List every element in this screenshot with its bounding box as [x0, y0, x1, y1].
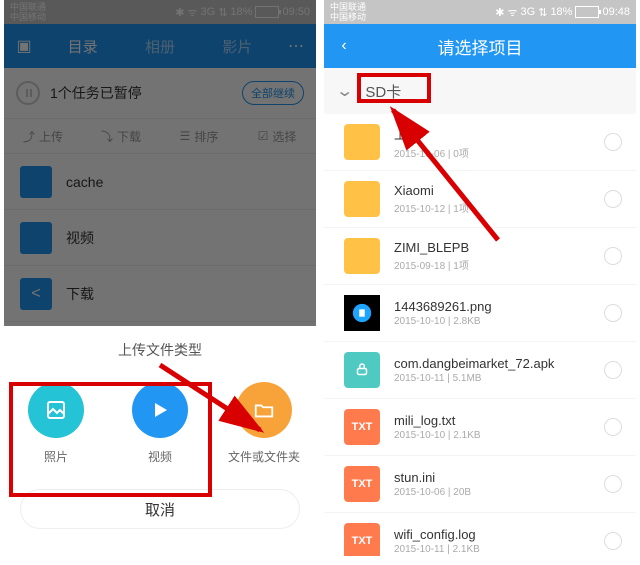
modal-backdrop[interactable]	[4, 0, 316, 326]
file-name: stun.ini	[394, 470, 471, 485]
folder-icon	[344, 181, 380, 217]
file-row[interactable]: TXT stun.ini 2015-10-06 | 20B	[324, 456, 636, 513]
folder-icon	[344, 124, 380, 160]
title-bar: ‹ 请选择项目	[324, 24, 636, 68]
txt-icon: TXT	[344, 523, 380, 556]
file-meta: 2015-10-06 | 0项	[394, 145, 469, 160]
file-meta: 2015-10-06 | 20B	[394, 487, 471, 498]
file-name: ZIMI_BLEPB	[394, 240, 469, 255]
select-radio[interactable]	[604, 247, 622, 265]
folder-icon	[344, 238, 380, 274]
file-row[interactable]: Xiaomi 2015-10-12 | 1项	[324, 171, 636, 228]
file-name: 上	[394, 124, 469, 143]
sd-label: SD卡	[365, 81, 401, 102]
txt-icon: TXT	[344, 409, 380, 445]
file-name: com.dangbeimarket_72.apk	[394, 356, 554, 371]
select-radio[interactable]	[604, 532, 622, 550]
file-name: 1443689261.png	[394, 299, 492, 314]
file-row[interactable]: 1443689261.png 2015-10-10 | 2.8KB	[324, 285, 636, 342]
select-radio[interactable]	[604, 304, 622, 322]
chevron-down-icon: ⌄	[335, 81, 354, 101]
select-radio[interactable]	[604, 190, 622, 208]
status-bar: 中国联通 中国移动 ✱ ᯤ 3G ⇅ 18% 09:48	[324, 0, 636, 24]
file-meta: 2015-10-12 | 1项	[394, 200, 469, 215]
select-radio[interactable]	[604, 475, 622, 493]
video-icon	[132, 382, 188, 438]
select-radio[interactable]	[604, 133, 622, 151]
file-row[interactable]: TXT wifi_config.log 2015-10-11 | 2.1KB	[324, 513, 636, 556]
file-meta: 2015-10-10 | 2.8KB	[394, 316, 492, 327]
file-meta: 2015-10-10 | 2.1KB	[394, 430, 481, 441]
bluetooth-icon: ✱	[495, 6, 504, 19]
right-phone: 中国联通 中国移动 ✱ ᯤ 3G ⇅ 18% 09:48 ‹ 请选择项目 ⌄ S…	[324, 0, 636, 556]
file-row[interactable]: 上 2015-10-06 | 0项	[324, 114, 636, 171]
folder-open-icon	[236, 382, 292, 438]
left-phone: 中国联通 中国移动 ✱ ᯤ 3G ⇅ 18% 09:50 ▣ 目录 相册 影片 …	[4, 0, 316, 556]
type-video[interactable]: 视频	[120, 382, 200, 465]
file-meta: 2015-09-18 | 1项	[394, 257, 469, 272]
sheet-title: 上传文件类型	[4, 326, 316, 370]
file-name: mili_log.txt	[394, 413, 481, 428]
png-icon	[344, 295, 380, 331]
file-row[interactable]: com.dangbeimarket_72.apk 2015-10-11 | 5.1…	[324, 342, 636, 399]
sd-header[interactable]: ⌄ SD卡	[324, 68, 636, 114]
file-name: wifi_config.log	[394, 527, 480, 542]
file-name: Xiaomi	[394, 183, 469, 198]
photo-icon	[28, 382, 84, 438]
file-row[interactable]: ZIMI_BLEPB 2015-09-18 | 1项	[324, 228, 636, 285]
select-radio[interactable]	[604, 361, 622, 379]
file-row[interactable]: TXT mili_log.txt 2015-10-10 | 2.1KB	[324, 399, 636, 456]
type-file-folder[interactable]: 文件或文件夹	[224, 382, 304, 465]
battery-icon	[575, 6, 599, 18]
file-meta: 2015-10-11 | 5.1MB	[394, 373, 554, 384]
clock-label: 09:48	[602, 6, 630, 18]
file-meta: 2015-10-11 | 2.1KB	[394, 544, 480, 555]
txt-icon: TXT	[344, 466, 380, 502]
cancel-button[interactable]: 取消	[20, 489, 300, 529]
apk-icon	[344, 352, 380, 388]
page-title: 请选择项目	[324, 34, 636, 59]
upload-type-sheet: 上传文件类型 照片 视频 文件或文件夹 取消	[4, 326, 316, 556]
select-radio[interactable]	[604, 418, 622, 436]
type-photo[interactable]: 照片	[16, 382, 96, 465]
wifi-icon: ᯤ	[507, 5, 517, 20]
